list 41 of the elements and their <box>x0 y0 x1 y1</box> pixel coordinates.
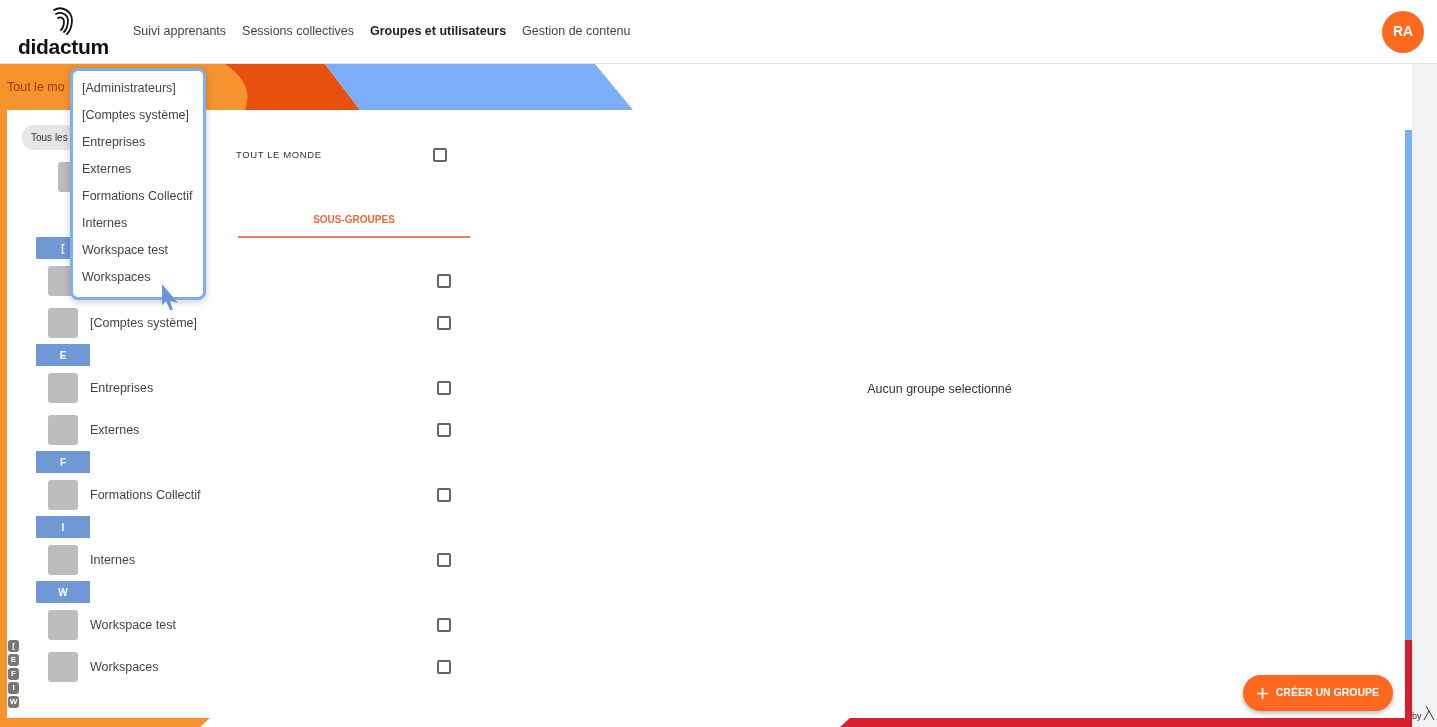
group-name: Workspace test <box>90 616 177 634</box>
letter-header: I <box>36 516 90 538</box>
everyone-label: TOUT LE MONDE <box>236 148 322 162</box>
index-letter[interactable]: [ <box>8 640 19 652</box>
nav-link-item[interactable]: Sessions collectives <box>242 22 354 41</box>
lambda-logo-icon <box>1423 705 1435 721</box>
letter-header: W <box>36 581 90 603</box>
letter-header: F <box>36 451 90 473</box>
group-name: Internes <box>90 551 137 569</box>
group-name: Workspaces <box>90 658 160 676</box>
index-letter[interactable]: E <box>8 654 19 666</box>
checkbox[interactable] <box>433 148 447 163</box>
checkbox[interactable] <box>437 316 451 330</box>
index-letter[interactable]: F <box>8 668 19 680</box>
credit-text: by <box>1412 710 1422 723</box>
letter-header: E <box>36 344 90 366</box>
group-name: [Comptes système] <box>90 314 198 332</box>
checkbox[interactable] <box>437 618 451 632</box>
checkbox[interactable] <box>437 274 451 288</box>
checkbox[interactable] <box>437 488 451 502</box>
nav-link-item[interactable]: Groupes et utilisateurs <box>369 22 507 41</box>
checkbox[interactable] <box>437 423 451 437</box>
index-letter[interactable]: I <box>8 682 19 694</box>
checkbox[interactable] <box>437 381 451 395</box>
dropdown-item[interactable]: Externes <box>73 156 203 183</box>
group-name: Entreprises <box>90 379 155 397</box>
group-name: Formations Collectif <box>90 486 202 504</box>
checkbox[interactable] <box>437 553 451 567</box>
dropdown-item[interactable]: Workspaces <box>73 264 203 291</box>
nav-link-item[interactable]: Suivi apprenants <box>132 22 227 41</box>
plus-icon <box>1256 687 1268 699</box>
logo-text: didactum <box>18 36 109 57</box>
nav-link-item[interactable]: Gestion de contenu <box>522 22 631 41</box>
empty-message: Aucun groupe selectionné <box>867 380 1012 398</box>
dropdown-item[interactable]: Formations Collectif <box>73 183 203 210</box>
dropdown-item[interactable]: [Administrateurs] <box>73 75 203 102</box>
group-name: Externes <box>90 421 141 439</box>
dropdown-item[interactable]: Internes <box>73 210 203 237</box>
cursor-icon <box>160 283 180 311</box>
checkbox[interactable] <box>437 660 451 674</box>
index-letter[interactable]: W <box>8 696 19 708</box>
